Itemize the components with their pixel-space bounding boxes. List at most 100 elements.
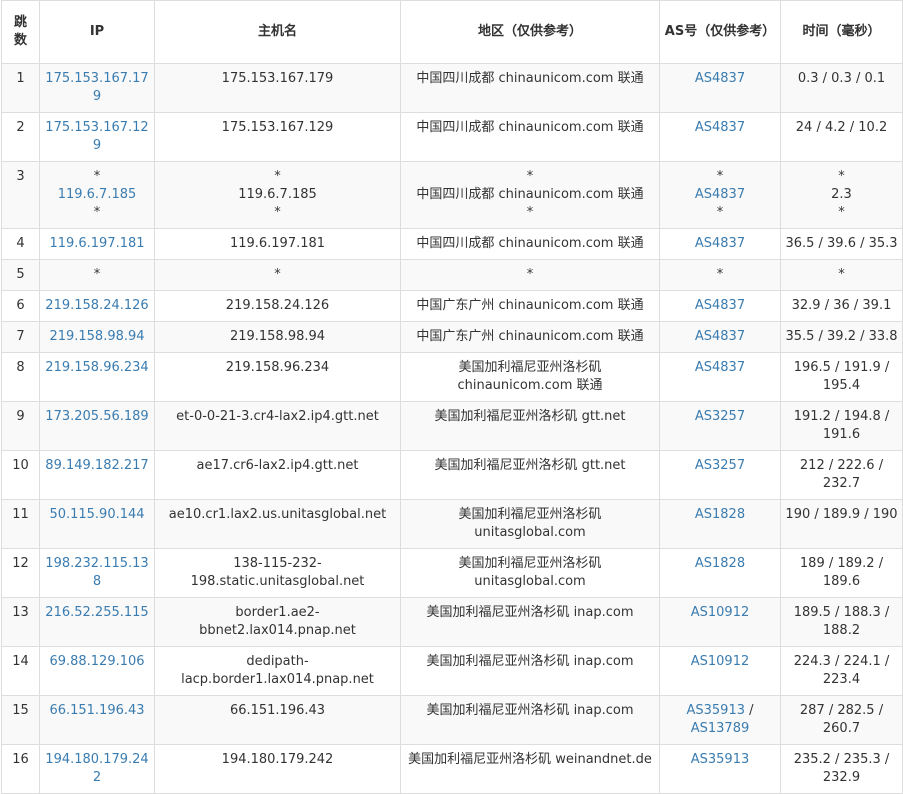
hostname-text: et-0-0-21-3.cr4-lax2.ip4.gtt.net	[176, 409, 379, 424]
region-text: 美国加利福尼亚州洛杉矶	[458, 507, 602, 522]
as-link[interactable]: AS10912	[664, 653, 776, 671]
hostname-text: 219.158.24.126	[225, 298, 330, 313]
region-cell: 中国四川成都 chinaunicom.com 联通	[400, 112, 660, 162]
hostname-cell: *	[154, 259, 401, 291]
ip-cell: 219.158.96.234	[39, 352, 155, 402]
ip-cell: * 119.6.7.185 *	[39, 161, 155, 229]
table-row: 1 175.153.167.179 175.153.167.179 中国四川成都 ch…	[1, 63, 903, 113]
as-link[interactable]: AS35913	[664, 751, 776, 769]
table-row: 16 194.180.179.242 194.180.179.242 美国加利福尼亚州…	[1, 744, 903, 794]
time-text: 212 / 222.6 /	[799, 458, 884, 473]
time-cell: *	[780, 259, 903, 291]
as-link[interactable]: AS35913	[686, 703, 745, 718]
ip-link[interactable]: 119.6.197.181	[44, 235, 150, 253]
as-link[interactable]: AS4837	[664, 359, 776, 377]
hostname-cell: border1.ae2-bbnet2.lax014.pnap.net	[154, 597, 401, 647]
as-link[interactable]: AS13789	[664, 720, 776, 738]
region-cell: 中国四川成都 chinaunicom.com 联通	[400, 228, 660, 260]
region-cell: 美国加利福尼亚州洛杉矶 gtt.net	[400, 401, 660, 451]
region-cell: *	[400, 259, 660, 291]
region-text: 美国加利福尼亚州洛杉矶 inap.com	[426, 703, 634, 718]
ip-link[interactable]: 119.6.7.185	[44, 186, 150, 204]
time-cell: 196.5 / 191.9 / 195.4	[780, 352, 903, 402]
ip-link[interactable]: 219.158.96.234	[44, 359, 150, 377]
region-cell: 美国加利福尼亚州洛杉矶 inap.com	[400, 646, 660, 696]
table-header-row: 跳数 IP 主机名 地区（仅供参考） AS号（仅供参考） 时间（毫秒）	[1, 0, 903, 64]
as-timeout: *	[716, 169, 724, 184]
as-cell: AS10912	[659, 597, 781, 647]
table-row: 8 219.158.96.234 219.158.96.234 美国加利福尼亚州洛杉矶…	[1, 352, 903, 402]
time-text: 189.6	[822, 574, 861, 589]
ip-link[interactable]: 194.180.179.242	[44, 751, 150, 787]
ip-timeout: *	[93, 205, 101, 220]
hostname-text: *	[274, 267, 281, 282]
hostname-text: 119.6.7.185	[238, 187, 317, 202]
as-cell: AS35913 / AS13789	[659, 695, 781, 745]
hop-cell: 6	[1, 290, 40, 322]
hop-number: 7	[16, 329, 25, 344]
time-text: 35.5 / 39.2 / 33.8	[785, 329, 898, 344]
time-cell: 24 / 4.2 / 10.2	[780, 112, 903, 162]
hostname-text: border1.ae2-bbnet2.lax014.pnap.net	[199, 605, 356, 638]
ip-link[interactable]: 219.158.98.94	[44, 328, 150, 346]
hostname-text: 138-115-232-	[233, 556, 322, 571]
ip-link[interactable]: 198.232.115.138	[44, 555, 150, 591]
ip-link[interactable]: 175.153.167.179	[44, 70, 150, 106]
hostname-cell: 119.6.197.181	[154, 228, 401, 260]
as-link[interactable]: AS1828	[664, 555, 776, 573]
time-cell: 287 / 282.5 / 260.7	[780, 695, 903, 745]
hostname-cell: dedipath-lacp.border1.lax014.pnap.net	[154, 646, 401, 696]
hostname-text: 194.180.179.242	[221, 752, 334, 767]
time-text: 224.3 / 224.1 /	[793, 654, 890, 669]
as-link[interactable]: AS4837	[664, 328, 776, 346]
as-link[interactable]: AS4837	[664, 119, 776, 137]
region-cell: 美国加利福尼亚州洛杉矶 unitasglobal.com	[400, 548, 660, 598]
as-cell: AS4837	[659, 290, 781, 322]
as-link[interactable]: AS1828	[664, 506, 776, 524]
hostname-cell: 138-115-232- 198.static.unitasglobal.net	[154, 548, 401, 598]
header-hostname: 主机名	[154, 0, 401, 64]
ip-link[interactable]: 173.205.56.189	[44, 408, 150, 426]
hostname-text: *	[274, 169, 281, 184]
hop-cell: 8	[1, 352, 40, 402]
region-text: 中国四川成都 chinaunicom.com 联通	[416, 71, 644, 86]
as-link[interactable]: AS4837	[664, 70, 776, 88]
hostname-text: 219.158.98.94	[229, 329, 326, 344]
region-cell: 美国加利福尼亚州洛杉矶 weinandnet.de	[400, 744, 660, 794]
region-cell: 中国四川成都 chinaunicom.com 联通	[400, 63, 660, 113]
hostname-text: *	[274, 205, 281, 220]
hostname-cell: 175.153.167.129	[154, 112, 401, 162]
region-cell: * 中国四川成都 chinaunicom.com 联通 *	[400, 161, 660, 229]
as-link[interactable]: AS10912	[664, 604, 776, 622]
hop-number: 16	[12, 752, 29, 767]
time-text: *	[838, 205, 845, 220]
as-cell: AS4837	[659, 228, 781, 260]
ip-link[interactable]: 216.52.255.115	[44, 604, 150, 622]
ip-link[interactable]: 50.115.90.144	[44, 506, 150, 524]
ip-link[interactable]: 69.88.129.106	[44, 653, 150, 671]
time-cell: 191.2 / 194.8 / 191.6	[780, 401, 903, 451]
hop-number: 5	[16, 267, 25, 282]
ip-link[interactable]: 66.151.196.43	[44, 702, 150, 720]
ip-link[interactable]: 219.158.24.126	[44, 297, 150, 315]
region-text: 美国加利福尼亚州洛杉矶 weinandnet.de	[408, 752, 652, 767]
as-timeout: *	[716, 267, 724, 282]
hostname-cell: 194.180.179.242	[154, 744, 401, 794]
as-link[interactable]: AS4837	[664, 235, 776, 253]
as-link[interactable]: AS3257	[664, 457, 776, 475]
as-link[interactable]: AS4837	[664, 186, 776, 204]
ip-link[interactable]: 89.149.182.217	[44, 457, 150, 475]
region-text: unitasglobal.com	[474, 574, 586, 589]
as-link[interactable]: AS3257	[664, 408, 776, 426]
hop-number: 12	[12, 556, 29, 571]
time-cell: 235.2 / 235.3 / 232.9	[780, 744, 903, 794]
ip-link[interactable]: 175.153.167.129	[44, 119, 150, 155]
table-row: 15 66.151.196.43 66.151.196.43 美国加利福尼亚州洛杉矶 …	[1, 695, 903, 745]
hop-cell: 7	[1, 321, 40, 353]
as-separator: /	[744, 703, 754, 718]
region-text: 美国加利福尼亚州洛杉矶 gtt.net	[434, 458, 626, 473]
region-text: *	[526, 205, 534, 220]
as-link[interactable]: AS4837	[664, 297, 776, 315]
table-row: 11 50.115.90.144 ae10.cr1.lax2.us.unitasgl…	[1, 499, 903, 549]
time-text: 235.2 / 235.3 /	[793, 752, 890, 767]
